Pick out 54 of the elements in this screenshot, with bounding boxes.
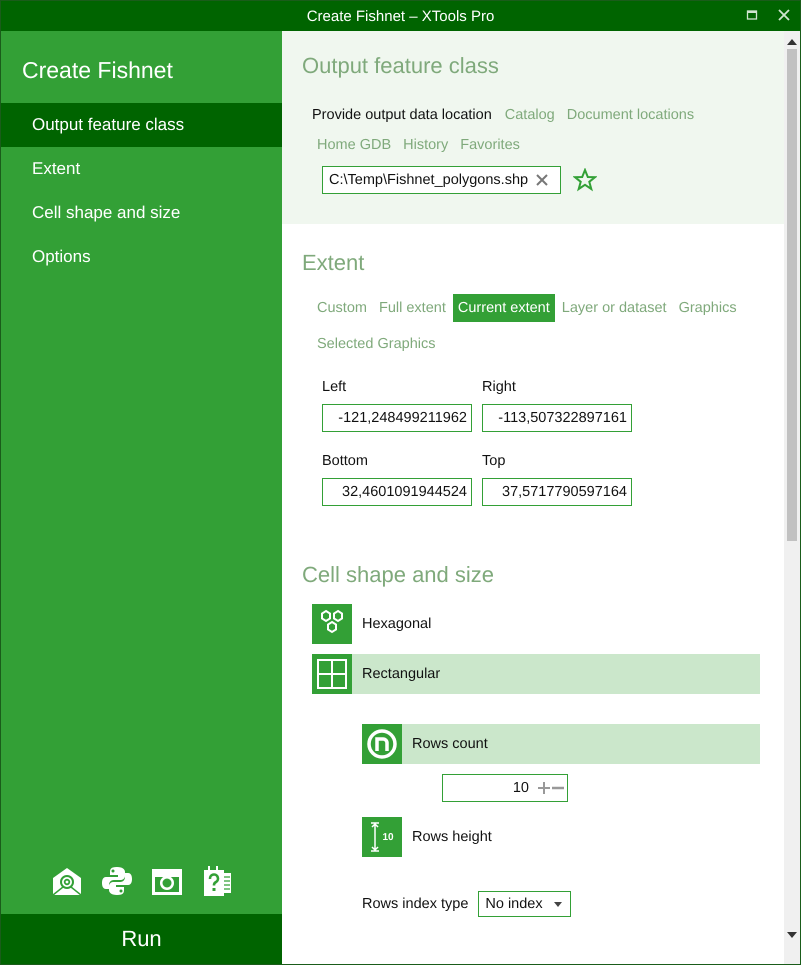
star-icon[interactable] [573, 168, 597, 192]
extent-option[interactable]: Custom [312, 294, 372, 322]
sidebar-item[interactable]: Output feature class [1, 103, 282, 147]
scrollbar[interactable] [784, 31, 800, 964]
clear-icon[interactable] [536, 174, 548, 186]
sidebar-title: Create Fishnet [21, 56, 174, 85]
rows-height-option[interactable]: 10 Rows height [362, 817, 760, 857]
rows-count-option[interactable]: Rows count [362, 724, 760, 764]
window-title: Create Fishnet – XTools Pro [306, 8, 494, 24]
output-path-field[interactable]: C:\Temp\Fishnet_polygons.shp [322, 166, 561, 194]
location-link[interactable]: Home GDB [312, 134, 396, 156]
plus-icon [537, 781, 551, 795]
coordinate-field[interactable]: 32,4601091944524 [322, 478, 472, 506]
sidebar-item[interactable]: Cell shape and size [1, 191, 282, 235]
index-type-dropdown[interactable]: No index [478, 891, 572, 917]
field-label: Right [482, 378, 517, 397]
cell-shape-option[interactable]: Rectangular [312, 654, 760, 694]
run-button[interactable]: Run [1, 914, 282, 964]
extent-option[interactable]: Current extent [452, 294, 555, 322]
section-heading: Cell shape and size [302, 562, 496, 588]
section-heading: Extent [302, 250, 366, 276]
field-label: Top [482, 452, 506, 471]
field-label: Left [322, 378, 348, 397]
n-circle-icon [366, 728, 398, 760]
section-heading: Output feature class [302, 53, 500, 79]
maximize-icon[interactable] [746, 9, 758, 21]
location-link[interactable]: Document locations [562, 104, 700, 126]
sidebar-item[interactable]: Options [1, 235, 282, 279]
prompt-text: Provide output data location [312, 106, 493, 125]
extent-option[interactable]: Selected Graphics [312, 330, 440, 358]
field-label: Bottom [322, 452, 369, 471]
coordinate-field[interactable]: -121,248499211962 [322, 404, 472, 432]
scroll-up-icon[interactable] [787, 39, 797, 45]
field-label: Rows index type [362, 896, 468, 912]
python-icon[interactable] [100, 865, 132, 897]
caret-icon [554, 902, 562, 906]
coordinate-field[interactable]: -113,507322897161 [482, 404, 632, 432]
rows-count-field[interactable]: 10 [442, 774, 568, 802]
extent-option[interactable]: Layer or dataset [556, 294, 672, 322]
location-link[interactable]: Catalog [500, 104, 560, 126]
sidebar-item[interactable]: Extent [1, 147, 282, 191]
extent-option[interactable]: Full extent [374, 294, 451, 322]
email-icon[interactable] [50, 865, 82, 897]
increment-button[interactable] [537, 780, 551, 796]
extent-option[interactable]: Graphics [674, 294, 742, 322]
scroll-down-icon[interactable] [787, 932, 797, 938]
icon-caption: 10 [382, 832, 394, 842]
close-icon[interactable] [778, 9, 790, 21]
cell-shape-option[interactable]: Hexagonal [312, 604, 760, 644]
location-link[interactable]: History [398, 134, 454, 156]
location-link[interactable]: Favorites [455, 134, 525, 156]
coordinate-field[interactable]: 37,5717790597164 [482, 478, 632, 506]
grid-icon [316, 658, 348, 690]
height-arrow-icon [370, 822, 380, 852]
